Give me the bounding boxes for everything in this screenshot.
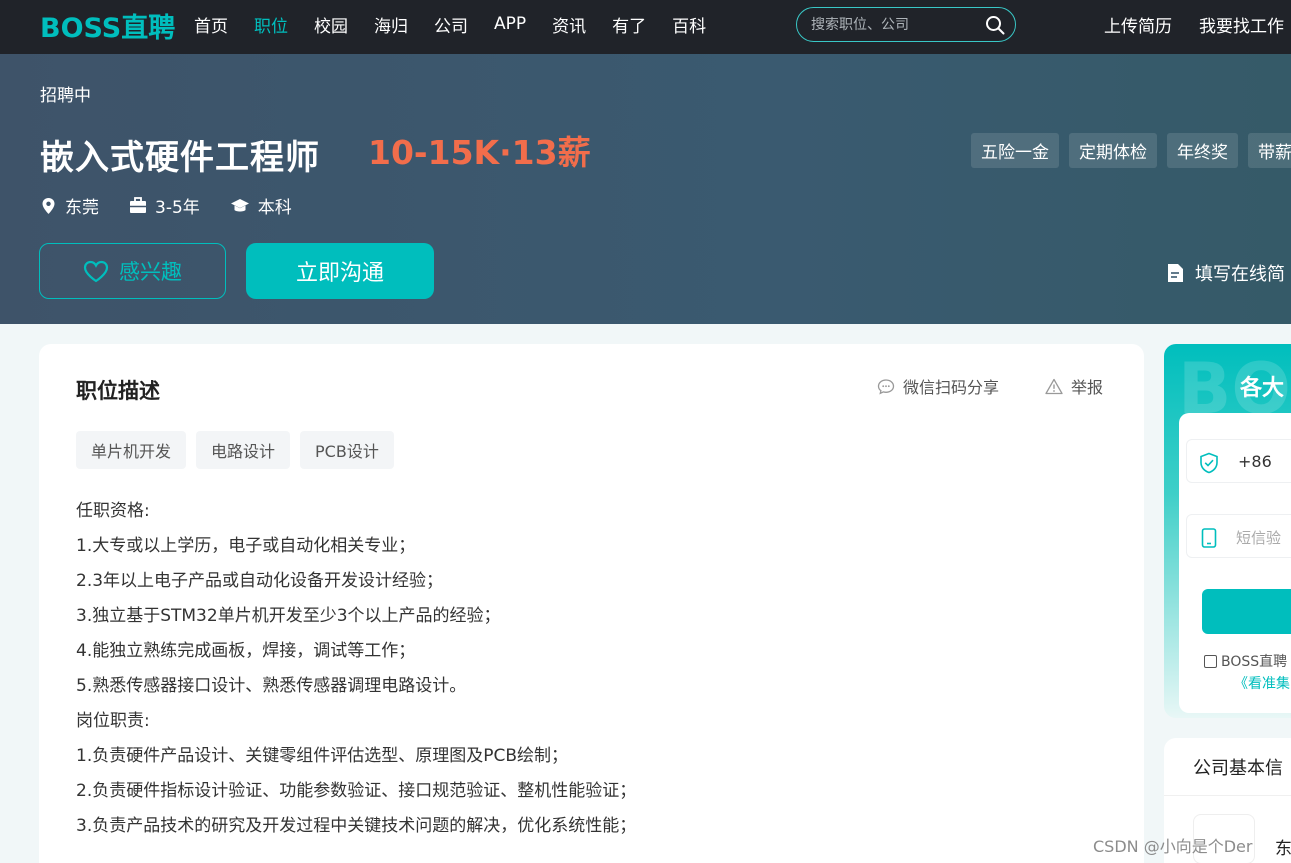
company-name[interactable]: 东 [1275,834,1291,859]
description-line: 3.负责产品技术的研究及开发过程中关键技术问题的解决，优化系统性能； [76,816,637,836]
description-line: 1.负责硬件产品设计、关键零组件评估选型、原理图及PCB绘制； [76,746,569,766]
job-title: 嵌入式硬件工程师 [40,138,320,178]
warning-icon [1045,378,1063,394]
share-label: 微信扫码分享 [903,378,1000,397]
description-line: 4.能独立熟练完成画板，焊接，调试等工作； [76,641,416,661]
document-icon [1168,264,1183,282]
company-card-title: 公司基本信 [1193,758,1283,779]
salary: 10-15K·13薪 [368,133,591,172]
description-line: 3.独立基于STM32单片机开发至少3个以上产品的经验； [76,606,501,626]
phone-prefix: +86 [1238,452,1272,471]
skill-tags: 单片机开发 电路设计 PCB设计 [76,431,404,469]
nav-item-jobs[interactable]: 职位 [254,12,288,37]
skill-tag: PCB设计 [300,431,394,469]
benefit-tag: 带薪 [1248,133,1291,168]
benefit-tag: 五险一金 [971,133,1059,168]
graduation-cap-icon [230,198,249,211]
job-description-text: 任职资格: 1.大专或以上学历，电子或自动化相关专业； 2.3年以上电子产品或自… [76,494,1116,844]
job-banner: 招聘中 嵌入式硬件工程师 10-15K·13薪 五险一金 定期体检 年终奖 带薪… [0,54,1291,324]
description-line: 2.负责硬件指标设计验证、功能参数验证、接口规范验证、整机性能验证； [76,781,637,801]
mobile-phone-icon [1201,528,1217,548]
search-icon[interactable] [985,15,1005,35]
description-line: 任职资格: [76,501,150,521]
fill-resume-label: 填写在线简 [1195,264,1285,285]
description-line: 2.3年以上电子产品或自动化设备开发设计经验； [76,571,444,591]
nav-item-home[interactable]: 首页 [194,12,228,37]
job-education: 本科 [230,193,292,218]
experience-text: 3-5年 [155,198,200,218]
interest-label: 感兴趣 [119,260,182,284]
search-box [796,7,1016,42]
shield-check-icon [1200,452,1218,474]
location-pin-icon [42,197,55,214]
login-panel: BOS 各大 +86 短信验 BOSS直聘 《看准集 [1164,344,1291,718]
agreement-row[interactable]: BOSS直聘 [1204,651,1287,671]
nav-item-youle[interactable]: 有了 [612,12,646,37]
heart-icon [83,260,109,282]
description-line: 岗位职责: [76,711,150,731]
description-line: 5.熟悉传感器接口设计、熟悉传感器调理电路设计。 [76,676,467,696]
nav-item-overseas[interactable]: 海归 [374,12,408,37]
agreement-checkbox[interactable] [1204,654,1217,668]
hiring-status: 招聘中 [40,86,91,106]
search-input[interactable] [811,15,971,35]
job-info-row: 东莞 3-5年 本科 [40,193,322,218]
benefit-tag: 定期体检 [1069,133,1157,168]
phone-field[interactable]: +86 [1186,439,1291,483]
report-button[interactable]: 举报 [1045,374,1103,398]
report-label: 举报 [1071,378,1104,397]
nav-item-wiki[interactable]: 百科 [672,12,706,37]
sms-code-placeholder: 短信验 [1236,529,1282,547]
top-nav-bar: BOSS直聘 首页 职位 校园 海归 公司 APP 资讯 有了 百科 上传简历 … [0,0,1291,54]
skill-tag: 电路设计 [196,431,291,469]
wechat-share-button[interactable]: 微信扫码分享 [877,374,999,398]
benefit-tags: 五险一金 定期体检 年终奖 带薪 [971,133,1291,168]
nav-item-app[interactable]: APP [494,14,526,34]
section-title: 职位描述 [76,379,160,403]
agreement-link[interactable]: 《看准集 [1234,673,1290,693]
location-text: 东莞 [65,198,99,218]
fill-online-resume-link[interactable]: 填写在线简 [1165,260,1285,286]
description-line: 1.大专或以上学历，电子或自动化相关专业； [76,536,416,556]
login-button[interactable] [1202,589,1291,634]
sms-code-field[interactable]: 短信验 [1186,514,1291,558]
nav-item-news[interactable]: 资讯 [552,12,586,37]
main-nav: 首页 职位 校园 海归 公司 APP 资讯 有了 百科 [194,0,732,48]
job-location: 东莞 [40,193,99,218]
job-experience: 3-5年 [129,193,200,218]
education-text: 本科 [257,198,292,218]
divider [1164,795,1291,796]
upload-resume-link[interactable]: 上传简历 [1104,0,1172,48]
find-job-link[interactable]: 我要找工作 [1199,0,1284,48]
skill-tag: 单片机开发 [76,431,187,469]
briefcase-icon [130,197,146,213]
site-logo[interactable]: BOSS直聘 [40,6,175,45]
benefit-tag: 年终奖 [1167,133,1238,168]
agreement-text: BOSS直聘 [1221,654,1288,670]
job-description-card: 职位描述 微信扫码分享 举报 单片机开发 电路设计 PCB设计 任职资格: 1.… [39,344,1144,863]
chat-now-button[interactable]: 立即沟通 [246,243,434,299]
nav-item-campus[interactable]: 校园 [314,12,348,37]
panel-title: 各大 [1240,376,1285,401]
nav-item-company[interactable]: 公司 [434,12,468,37]
interest-button[interactable]: 感兴趣 [39,243,226,299]
chat-bubble-icon [877,378,895,394]
csdn-watermark: CSDN @小向是个Der [1093,837,1253,856]
